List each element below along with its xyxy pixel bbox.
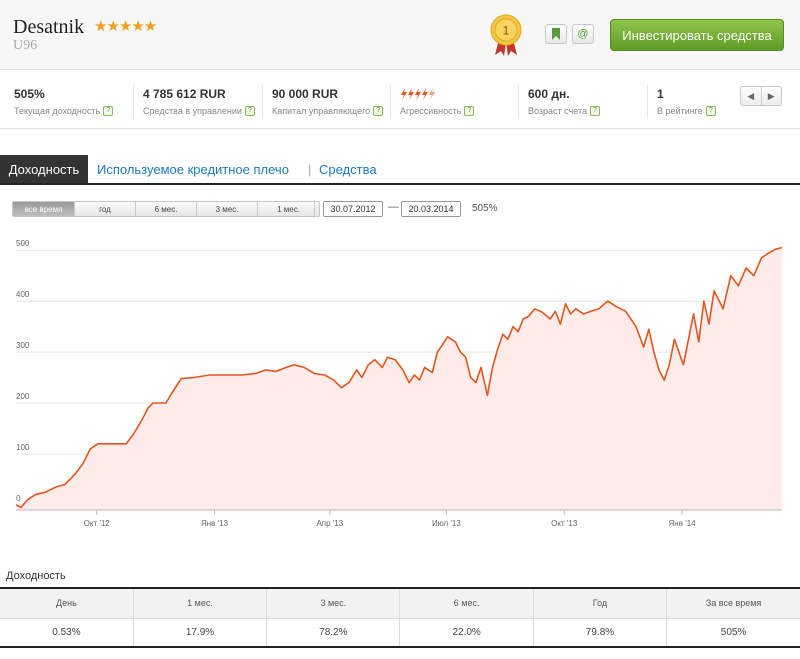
date-from-input[interactable]: 30.07.2012	[323, 201, 383, 217]
help-icon[interactable]: ?	[103, 106, 114, 116]
medal-number: 1	[503, 24, 510, 38]
col-header-all-time: За все время	[666, 588, 800, 619]
stat-label: Средства в управлении	[143, 106, 242, 116]
returns-table: День 1 мес. 3 мес. 6 мес. Год За все вре…	[0, 587, 800, 648]
col-header-year: Год	[533, 588, 668, 619]
cell-3m: 78.2%	[266, 618, 401, 647]
medal-icon: 1	[487, 13, 525, 57]
bookmark-icon	[552, 28, 560, 40]
range-divider	[314, 200, 315, 218]
table-header-row: День 1 мес. 3 мес. 6 мес. Год За все вре…	[0, 588, 800, 619]
x-tick-label: Янв '13	[201, 519, 229, 528]
cell-day: 0.53%	[0, 618, 134, 647]
help-icon[interactable]: ?	[590, 106, 600, 116]
x-tick-label: Окт '12	[84, 519, 111, 528]
stat-current-return: 505% Текущая доходность?	[14, 87, 114, 116]
x-tick-label: Окт '13	[551, 519, 578, 528]
stats-bar: 505% Текущая доходность? 4 785 612 RUR С…	[0, 71, 800, 129]
trader-name: Desatnik	[13, 16, 85, 38]
y-tick-label: 0	[16, 494, 21, 503]
invest-button[interactable]: Инвестировать средства	[610, 19, 784, 51]
table-row: 0.53% 17.9% 78.2% 22.0% 79.8% 505%	[0, 618, 800, 647]
stat-label: В рейтинге	[657, 106, 703, 116]
returns-table-title: Доходность	[6, 570, 66, 582]
range-year-button[interactable]: год	[75, 202, 136, 216]
aggressiveness-bolt-icon	[422, 88, 428, 100]
col-header-6m: 6 мес.	[399, 588, 534, 619]
aggressiveness-bolt-icon	[429, 88, 435, 100]
range-3m-button[interactable]: 3 мес.	[197, 202, 258, 216]
cell-6m: 22.0%	[399, 618, 534, 647]
y-tick-label: 100	[16, 443, 30, 452]
bookmark-button[interactable]	[545, 24, 567, 44]
date-dash: —	[388, 201, 399, 213]
returns-chart: 0 100 200 300 400 500 Окт '12 Янв '13 Апр '13 Июл…	[0, 230, 800, 540]
col-header-day: День	[0, 588, 134, 619]
date-to-input[interactable]: 20.03.2014	[401, 201, 461, 217]
help-icon[interactable]: ?	[705, 106, 716, 116]
range-return: 505%	[472, 203, 498, 214]
email-button[interactable]: @	[572, 24, 594, 44]
stat-value: 1	[657, 87, 664, 101]
stat-value: 600 дн.	[528, 87, 570, 101]
stat-account-age: 600 дн. Возраст счета?	[528, 87, 600, 116]
help-icon[interactable]: ?	[373, 106, 384, 116]
aggressiveness-bolt-icon	[415, 88, 421, 100]
col-header-1m: 1 мес.	[133, 588, 268, 619]
tab-returns[interactable]: Доходность	[0, 155, 88, 183]
range-6m-button[interactable]: 6 мес.	[136, 202, 197, 216]
trader-account-id: U96	[13, 38, 38, 53]
stat-label: Капитал управляющего	[272, 106, 371, 116]
tab-bar: Доходность Используемое кредитное плечо …	[0, 155, 800, 185]
stat-rank: 1 В рейтинге?	[657, 87, 716, 116]
tab-separator: |	[308, 162, 312, 177]
rating-stars: ★★★★★	[94, 18, 157, 35]
y-tick-label: 400	[16, 290, 30, 299]
returns-chart-svg: 0 100 200 300 400 500 Окт '12 Янв '13 Апр '13 Июл…	[15, 239, 783, 528]
stat-value: 90 000 RUR	[272, 87, 339, 101]
tab-funds[interactable]: Средства	[319, 162, 377, 177]
range-all-time-button[interactable]: все время	[13, 202, 75, 216]
aggressiveness-meter	[400, 87, 474, 103]
range-selector: все время год 6 мес. 3 мес. 1 мес.	[12, 201, 320, 217]
stat-label: Текущая доходность	[14, 106, 101, 116]
chart-area-fill	[16, 247, 782, 510]
cell-1m: 17.9%	[133, 618, 268, 647]
y-tick-label: 300	[16, 341, 30, 350]
stat-value: 4 785 612 RUR	[143, 87, 226, 101]
x-tick-label: Июл '13	[432, 519, 461, 528]
stat-funds-under-management: 4 785 612 RUR Средства в управлении?	[143, 87, 255, 116]
col-header-3m: 3 мес.	[266, 588, 401, 619]
stat-value: 505%	[14, 87, 45, 101]
aggressiveness-bolt-icon	[401, 88, 407, 100]
cell-all-time: 505%	[720, 626, 747, 638]
y-tick-label: 200	[16, 392, 30, 401]
rating-nav: ◀ ▶	[740, 86, 782, 106]
cell-year: 79.8%	[533, 618, 668, 647]
prev-arrow-icon[interactable]: ◀	[741, 87, 762, 105]
help-icon[interactable]: ?	[464, 106, 475, 116]
trader-header: Desatnik ★★★★★ U96 1 @ Инвестировать сре…	[0, 0, 800, 70]
stat-aggressiveness: Агрессивность?	[400, 87, 475, 116]
x-tick-label: Янв '14	[669, 519, 697, 528]
stat-label: Возраст счета	[528, 106, 587, 116]
x-tick-label: Апр '13	[316, 519, 343, 528]
range-1m-button[interactable]: 1 мес.	[258, 202, 319, 216]
tab-leverage[interactable]: Используемое кредитное плечо	[97, 162, 289, 177]
email-icon: @	[577, 28, 589, 40]
y-tick-label: 500	[16, 239, 30, 248]
stat-label: Агрессивность	[400, 106, 462, 116]
aggressiveness-bolt-icon	[408, 88, 414, 100]
stat-manager-capital: 90 000 RUR Капитал управляющего?	[272, 87, 384, 116]
next-arrow-icon[interactable]: ▶	[762, 87, 782, 105]
help-icon[interactable]: ?	[244, 106, 255, 116]
